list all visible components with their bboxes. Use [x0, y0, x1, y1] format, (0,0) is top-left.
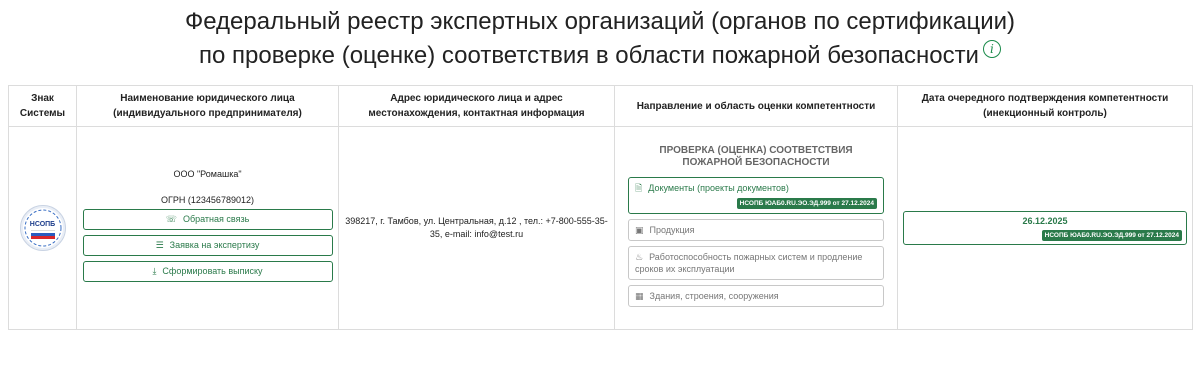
area-label: Здания, строения, сооружения — [649, 290, 779, 301]
cell-logo: НСОПБ — [8, 126, 77, 330]
expertise-request-button-label: Заявка на экспертизу — [169, 240, 260, 250]
organization-name: ООО "Ромашка" — [173, 169, 242, 179]
area-card-products[interactable]: ▣ Продукция — [628, 218, 884, 241]
address-text: 398217, г. Тамбов, ул. Центральная, д.12… — [345, 216, 608, 239]
info-icon[interactable]: i — [982, 40, 1001, 58]
fire-icon: ♨ — [635, 251, 644, 262]
table-header-row: Знак Системы Наименование юридического л… — [8, 85, 1193, 127]
page-title-line-2: по проверке (оценке) соответствия в обла… — [0, 39, 1200, 73]
area-card-buildings[interactable]: ▦ Здания, строения, сооружения — [628, 284, 884, 307]
cell-direction: ПРОВЕРКА (ОЦЕНКА) СООТВЕТСТВИЯ ПОЖАРНОЙ … — [614, 126, 898, 330]
feedback-icon: ☏ — [165, 214, 177, 224]
document-icon: 🗎 — [635, 182, 643, 193]
feedback-button-label: Обратная связь — [182, 214, 250, 224]
header-direction: Направление и область оценки компетентно… — [614, 85, 898, 127]
cell-next-date: 26.12.2025 НСОПБ ЮАБ0.RU.ЭО.ЭД.999 от 27… — [897, 126, 1193, 330]
document-icon: ☰ — [155, 240, 164, 250]
generate-extract-button-label: Сформировать выписку — [162, 266, 263, 276]
expertise-request-button[interactable]: ☰ Заявка на экспертизу — [82, 235, 333, 256]
next-date-badge: НСОПБ ЮАБ0.RU.ЭО.ЭД.999 от 27.12.2024 — [1041, 230, 1182, 241]
area-card-documents[interactable]: 🗎 Документы (проекты документов) НСОПБ ЮА… — [628, 176, 884, 214]
page-title-line-1: Федеральный реестр экспертных организаци… — [184, 8, 1016, 35]
cell-organization: ООО "Ромашка" ОГРН (123456789012) ☏ Обрат… — [76, 126, 339, 330]
generate-extract-button[interactable]: ⤓ Сформировать выписку — [82, 261, 333, 282]
area-label: Документы (проекты документов) — [648, 182, 789, 193]
next-date-card: 26.12.2025 НСОПБ ЮАБ0.RU.ЭО.ЭД.999 от 27… — [903, 211, 1187, 245]
area-label: Продукция — [649, 224, 695, 235]
box-icon: ▣ — [635, 224, 644, 235]
area-label: Работоспособность пожарных систем и прод… — [635, 251, 863, 274]
feedback-button[interactable]: ☏ Обратная связь — [82, 209, 333, 230]
page-title: Федеральный реестр экспертных организаци… — [0, 5, 1200, 73]
table-row: НСОПБ ООО "Ромашка" ОГРН (123456789012) … — [8, 126, 1193, 330]
building-icon: ▦ — [635, 290, 644, 301]
direction-heading: ПРОВЕРКА (ОЦЕНКА) СООТВЕТСТВИЯ ПОЖАРНОЙ … — [659, 144, 853, 168]
organization-block: ООО "Ромашка" ОГРН (123456789012) ☏ Обрат… — [78, 169, 337, 282]
header-system-mark: Знак Системы — [8, 85, 77, 127]
certificate-badge: НСОПБ ЮАБ0.RU.ЭО.ЭД.999 от 27.12.2024 — [736, 197, 877, 209]
organization-ogrn: ОГРН (123456789012) — [161, 195, 254, 205]
header-address: Адрес юридического лица и адрес местонах… — [338, 85, 615, 127]
download-icon: ⤓ — [152, 266, 157, 276]
area-card-fire-systems[interactable]: ♨ Работоспособность пожарных систем и про… — [628, 245, 884, 280]
logo-text: НСОПБ — [29, 221, 56, 228]
registry-table: Знак Системы Наименование юридического л… — [8, 85, 1193, 330]
logo-ring-icon — [24, 209, 61, 247]
header-next-date: Дата очередного подтверждения компетентн… — [897, 85, 1193, 127]
system-logo: НСОПБ — [19, 205, 66, 251]
header-legal-entity: Наименование юридического лица (индивиду… — [76, 85, 339, 127]
logo-stripe-red — [30, 236, 55, 239]
page-title-line-2-text: по проверке (оценке) соответствия в обла… — [199, 42, 979, 69]
cell-address: 398217, г. Тамбов, ул. Центральная, д.12… — [338, 126, 615, 330]
next-date-value: 26.12.2025 — [1022, 216, 1068, 226]
